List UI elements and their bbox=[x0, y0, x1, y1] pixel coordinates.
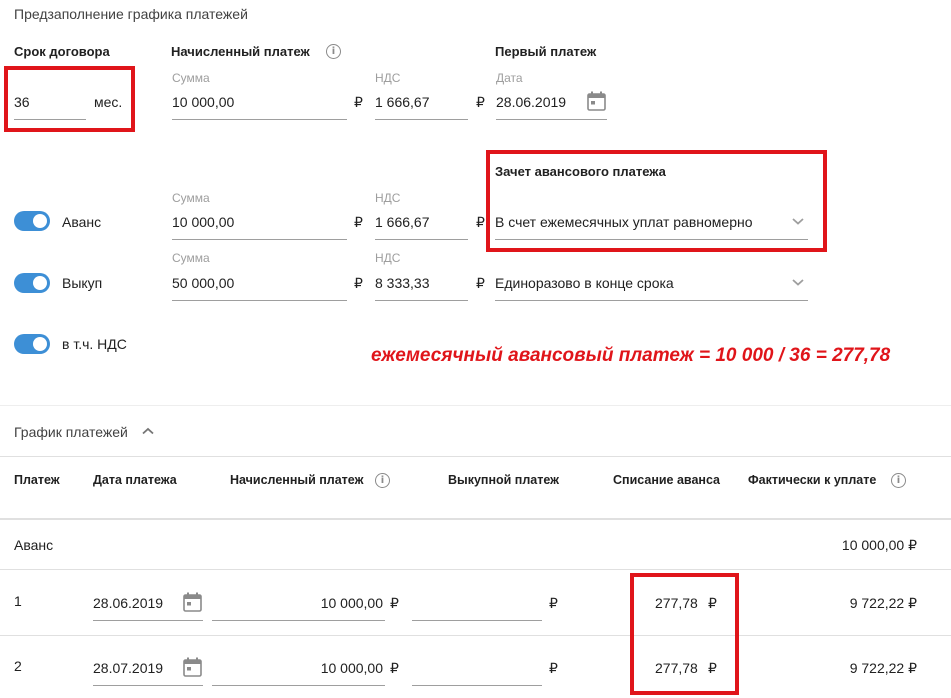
advance-offset-highlight-box bbox=[486, 150, 827, 252]
buyout-toggle-label: Выкуп bbox=[62, 275, 103, 291]
calendar-icon[interactable] bbox=[183, 657, 202, 677]
row-1-number: 1 bbox=[14, 593, 22, 609]
buyout-toggle[interactable] bbox=[14, 273, 50, 293]
calendar-icon[interactable] bbox=[183, 592, 202, 612]
buyout-sum-input[interactable]: 50 000,00 bbox=[172, 275, 234, 291]
row-2-accrued-input[interactable]: 10 000,00 bbox=[321, 660, 383, 676]
toggle-knob bbox=[33, 337, 47, 351]
advance-sum-input[interactable]: 10 000,00 bbox=[172, 214, 234, 230]
toggle-knob bbox=[33, 276, 47, 290]
accrued-label: Начисленный платеж bbox=[171, 44, 310, 59]
accrued-vat-label: НДС bbox=[375, 71, 401, 85]
buyout-vat-label: НДС bbox=[375, 251, 401, 265]
advance-toggle[interactable] bbox=[14, 211, 50, 231]
buyout-vat-input[interactable]: 8 333,33 bbox=[375, 275, 430, 291]
term-highlight-box bbox=[4, 66, 135, 132]
accrued-sum-underline bbox=[172, 119, 347, 120]
section-divider bbox=[0, 405, 951, 406]
first-payment-label: Первый платеж bbox=[495, 44, 597, 59]
column-header-advance-writeoff: Списание аванса bbox=[613, 473, 721, 487]
column-header-date: Дата платежа bbox=[93, 473, 177, 487]
accrued-vat-input[interactable]: 1 666,67 bbox=[375, 94, 430, 110]
advance-sum-label: Сумма bbox=[172, 191, 210, 205]
row-2-number: 2 bbox=[14, 658, 22, 674]
column-header-actual: Фактически к уплате bbox=[748, 473, 877, 487]
accrued-sum-input[interactable]: 10 000,00 bbox=[172, 94, 234, 110]
term-label: Срок договора bbox=[14, 44, 110, 59]
column-header-accrued: Начисленный платеж bbox=[230, 473, 364, 487]
advance-writeoff-highlight-box bbox=[630, 573, 739, 695]
annotation-text: ежемесячный авансовый платеж = 10 000 / … bbox=[371, 345, 891, 366]
info-icon[interactable]: i bbox=[891, 473, 906, 488]
row-2-buyout-currency: ₽ bbox=[549, 660, 558, 676]
advance-sum-currency: ₽ bbox=[354, 214, 363, 230]
row-1-accrued-input[interactable]: 10 000,00 bbox=[321, 595, 383, 611]
buyout-mode-underline bbox=[495, 300, 808, 301]
buyout-vat-underline bbox=[375, 300, 468, 301]
row-2-actual: 9 722,22 ₽ bbox=[849, 660, 917, 676]
advance-vat-underline bbox=[375, 239, 468, 240]
vat-included-label: в т.ч. НДС bbox=[62, 336, 127, 352]
buyout-sum-currency: ₽ bbox=[354, 275, 363, 291]
row-2-date-input[interactable]: 28.07.2019 bbox=[93, 660, 163, 676]
row-2-accrued-underline bbox=[212, 685, 385, 686]
row-1-accrued-currency: ₽ bbox=[390, 595, 399, 611]
toggle-knob bbox=[33, 214, 47, 228]
first-payment-date-label: Дата bbox=[496, 71, 523, 85]
table-header-top-line bbox=[0, 456, 951, 457]
row-1-actual: 9 722,22 ₽ bbox=[849, 595, 917, 611]
accrued-sum-currency: ₽ bbox=[354, 94, 363, 110]
buyout-mode-select[interactable]: Единоразово в конце срока bbox=[495, 275, 674, 291]
row-divider bbox=[0, 635, 951, 636]
first-payment-date-underline bbox=[496, 119, 607, 120]
schedule-title[interactable]: График платежей bbox=[14, 424, 128, 440]
advance-sum-underline bbox=[172, 239, 347, 240]
advance-vat-label: НДС bbox=[375, 191, 401, 205]
accrued-vat-currency: ₽ bbox=[476, 94, 485, 110]
vat-included-toggle[interactable] bbox=[14, 334, 50, 354]
row-2-date-underline bbox=[93, 685, 203, 686]
calendar-icon[interactable] bbox=[587, 91, 606, 111]
advance-vat-input[interactable]: 1 666,67 bbox=[375, 214, 430, 230]
row-1-date-input[interactable]: 28.06.2019 bbox=[93, 595, 163, 611]
row-2-accrued-currency: ₽ bbox=[390, 660, 399, 676]
info-icon[interactable]: i bbox=[326, 44, 341, 59]
row-2-buyout-underline bbox=[412, 685, 542, 686]
row-1-accrued-underline bbox=[212, 620, 385, 621]
first-payment-date-input[interactable]: 28.06.2019 bbox=[496, 94, 566, 110]
buyout-vat-currency: ₽ bbox=[476, 275, 485, 291]
advance-row-total: 10 000,00 ₽ bbox=[841, 537, 917, 553]
row-divider bbox=[0, 569, 951, 570]
chevron-up-icon[interactable] bbox=[141, 426, 155, 436]
buyout-sum-underline bbox=[172, 300, 347, 301]
chevron-down-icon[interactable] bbox=[791, 277, 805, 287]
column-header-payment: Платеж bbox=[14, 473, 60, 487]
row-1-buyout-underline bbox=[412, 620, 542, 621]
info-icon[interactable]: i bbox=[375, 473, 390, 488]
advance-toggle-label: Аванс bbox=[62, 214, 102, 230]
table-header-bottom-line bbox=[0, 518, 951, 520]
accrued-vat-underline bbox=[375, 119, 468, 120]
prefill-title: Предзаполнение графика платежей bbox=[14, 6, 248, 22]
row-1-buyout-currency: ₽ bbox=[549, 595, 558, 611]
advance-row-label: Аванс bbox=[14, 537, 54, 553]
row-1-date-underline bbox=[93, 620, 203, 621]
column-header-buyout: Выкупной платеж bbox=[448, 473, 560, 487]
buyout-sum-label: Сумма bbox=[172, 251, 210, 265]
advance-vat-currency: ₽ bbox=[476, 214, 485, 230]
accrued-sum-label: Сумма bbox=[172, 71, 210, 85]
